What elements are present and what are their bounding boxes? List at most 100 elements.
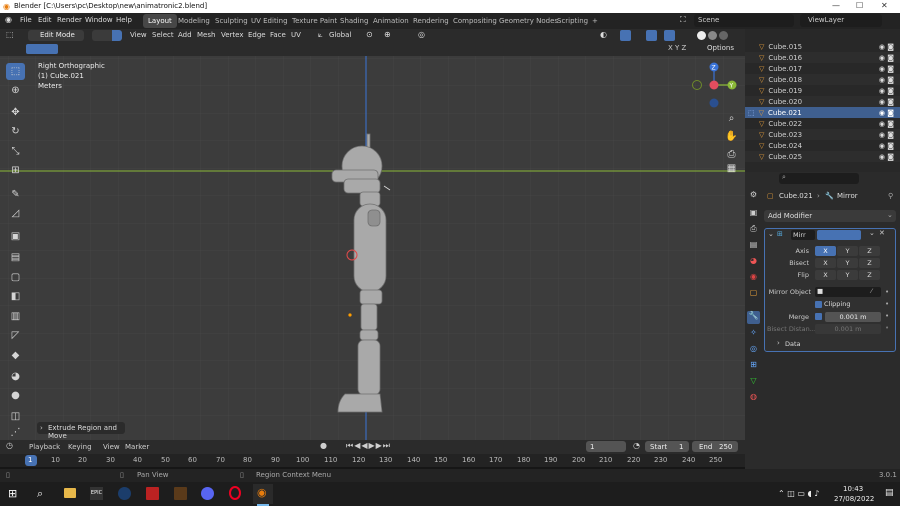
modifier-tab-icon[interactable]: 🔧 [747, 311, 760, 324]
list-item[interactable]: ▽ Cube.023 ◉ ◙ [745, 129, 900, 140]
list-item[interactable]: ▽ Cube.022 ◉ ◙ [745, 118, 900, 129]
3d-viewport[interactable]: Z Y Right Orthographic (1) Cube.021 Mete… [0, 56, 745, 440]
smooth-tool-icon[interactable]: ● [6, 387, 25, 404]
tab-rendering[interactable]: Rendering [408, 14, 454, 28]
menu-edge[interactable]: Edge [248, 31, 266, 39]
scene-selector[interactable]: Scene [694, 14, 794, 27]
editor-type-icon[interactable]: ⬚ [6, 30, 14, 39]
rotate-tool-icon[interactable]: ↻ [6, 123, 25, 140]
options-dropdown[interactable]: Options [707, 44, 734, 52]
eye-icon[interactable]: ◉ ◙ [879, 109, 894, 117]
properties-search[interactable]: ⌕ [779, 173, 859, 184]
add-modifier-dropdown[interactable]: Add Modifier ⌄ [764, 210, 896, 222]
eye-icon[interactable]: ◉ ◙ [879, 98, 894, 106]
merge-distance-field[interactable]: 0.001 m [825, 312, 881, 322]
pan-hand-icon[interactable]: ✋ [722, 128, 741, 145]
menu-face[interactable]: Face [270, 31, 286, 39]
material-tab-icon[interactable]: ◍ [747, 392, 760, 405]
gizmo-toggle-icon[interactable] [620, 30, 631, 41]
menu-playback[interactable]: Playback [29, 443, 60, 451]
eye-icon[interactable]: ◉ ◙ [879, 131, 894, 139]
world-tab-icon[interactable]: ◉ [747, 272, 760, 285]
menu-view[interactable]: View [130, 31, 147, 39]
solid-shading-icon[interactable] [697, 31, 706, 40]
select-mode-buttons[interactable] [92, 30, 122, 41]
view-layer-tab-icon[interactable]: ▤ [747, 240, 760, 253]
list-item-selected[interactable]: ⬚ ▽ Cube.021 ◉ ◙ [745, 107, 900, 118]
clipping-checkbox[interactable] [815, 301, 822, 308]
snap-icon[interactable]: ⊕ [384, 30, 391, 39]
opera-icon[interactable] [229, 486, 241, 500]
list-item[interactable]: ▽ Cube.019 ◉ ◙ [745, 85, 900, 96]
eye-icon[interactable]: ◉ ◙ [879, 65, 894, 73]
data-tab-icon[interactable]: ▽ [747, 376, 760, 389]
clock-icon[interactable]: ◷ [6, 441, 13, 450]
menu-uv[interactable]: UV [291, 31, 301, 39]
spin-tool-icon[interactable]: ◕ [6, 368, 25, 385]
constraints-tab-icon[interactable]: ⊞ [747, 360, 760, 373]
end-frame-field[interactable]: End 250 [692, 441, 738, 452]
bisect-distance-field[interactable]: 0.001 m [815, 324, 881, 334]
flip-x-toggle[interactable]: X [815, 270, 836, 280]
menu-help[interactable]: Help [116, 16, 132, 24]
menu-window[interactable]: Window [85, 16, 113, 24]
record-icon[interactable]: ● [320, 441, 327, 450]
material-shading-icon[interactable] [708, 31, 717, 40]
inset-tool-icon[interactable]: ▢ [6, 269, 25, 286]
knife-tool-icon[interactable]: ◸ [6, 327, 25, 344]
transform-tool-icon[interactable]: ⊞ [6, 162, 25, 179]
axis-x-toggle[interactable]: X [815, 246, 836, 256]
notifications-icon[interactable]: ▤ [885, 488, 894, 498]
tab-texture-paint[interactable]: Texture Paint [287, 14, 342, 28]
menu-keying[interactable]: Keying [68, 443, 92, 451]
pivot-icon[interactable]: ⊙ [366, 30, 373, 39]
rendered-shading-icon[interactable] [719, 31, 728, 40]
system-tray-icons[interactable]: ⌃ ◫ ▭ ◖ ♪ [778, 489, 819, 498]
particles-tab-icon[interactable]: ✧ [747, 328, 760, 341]
preview-range-icon[interactable]: ◔ [633, 441, 640, 450]
view-layer-selector[interactable]: ViewLayer [800, 14, 882, 27]
xray-toggle-icon[interactable] [664, 30, 675, 41]
menu-edit[interactable]: Edit [38, 16, 52, 24]
tool-tab-icon[interactable]: ⚙ [747, 190, 760, 203]
eye-icon[interactable]: ◉ ◙ [879, 153, 894, 161]
list-item[interactable]: ▽ Cube.016 ◉ ◙ [745, 52, 900, 63]
edit-mode-icon[interactable]: ⬚ [748, 109, 755, 117]
data-subpanel-label[interactable]: Data [785, 340, 801, 348]
mirror-object-field[interactable]: ■ ⁄ [815, 287, 881, 297]
axis-lock-icons[interactable]: X Y Z [668, 44, 686, 52]
scale-tool-icon[interactable]: ⤡ [6, 143, 25, 160]
search-icon[interactable]: ⌕ [37, 487, 43, 501]
cursor-tool-icon[interactable]: ⊕ [6, 82, 25, 99]
extrude-tool-icon[interactable]: ▤ [6, 249, 25, 266]
menu-mesh[interactable]: Mesh [197, 31, 215, 39]
list-item[interactable]: ▽ Cube.017 ◉ ◙ [745, 63, 900, 74]
keyframe-dot-icon[interactable]: • [885, 324, 889, 332]
axis-y-toggle[interactable]: Y [837, 246, 858, 256]
current-frame-field[interactable]: 1 [586, 441, 626, 452]
eyedropper-icon[interactable]: ⁄ [871, 287, 872, 295]
start-frame-field[interactable]: Start 1 [645, 441, 689, 452]
shear-tool-icon[interactable]: ⋰ [6, 426, 25, 438]
proportional-edit-icon[interactable]: ◎ [418, 30, 425, 39]
object-tab-icon[interactable]: ▢ [747, 288, 760, 301]
modifier-dropdown-icon[interactable]: ⌄ [869, 229, 875, 237]
annotate-tool-icon[interactable]: ✎ [6, 186, 25, 203]
keyframe-dot-icon[interactable]: • [885, 288, 889, 296]
add-workspace-button[interactable]: + [587, 14, 603, 28]
close-button[interactable]: ✕ [881, 1, 888, 10]
render-tab-icon[interactable]: ▣ [747, 208, 760, 221]
keyframe-dot-icon[interactable]: • [885, 300, 889, 308]
tab-layout[interactable]: Layout [143, 14, 177, 28]
modifier-display-toggles[interactable] [817, 230, 861, 240]
maximize-button[interactable]: ☐ [856, 1, 863, 10]
last-operator-panel[interactable]: › Extrude Region and Move [37, 422, 125, 440]
menu-view-timeline[interactable]: View [103, 443, 120, 451]
merge-checkbox[interactable] [815, 313, 822, 320]
face-select-icon[interactable] [112, 30, 122, 41]
move-tool-icon[interactable]: ✥ [6, 104, 25, 121]
eye-icon[interactable]: ◉ ◙ [879, 76, 894, 84]
scene-tab-icon[interactable]: ◕ [747, 256, 760, 269]
bisect-x-toggle[interactable]: X [815, 258, 836, 268]
game-icon[interactable] [174, 487, 187, 500]
